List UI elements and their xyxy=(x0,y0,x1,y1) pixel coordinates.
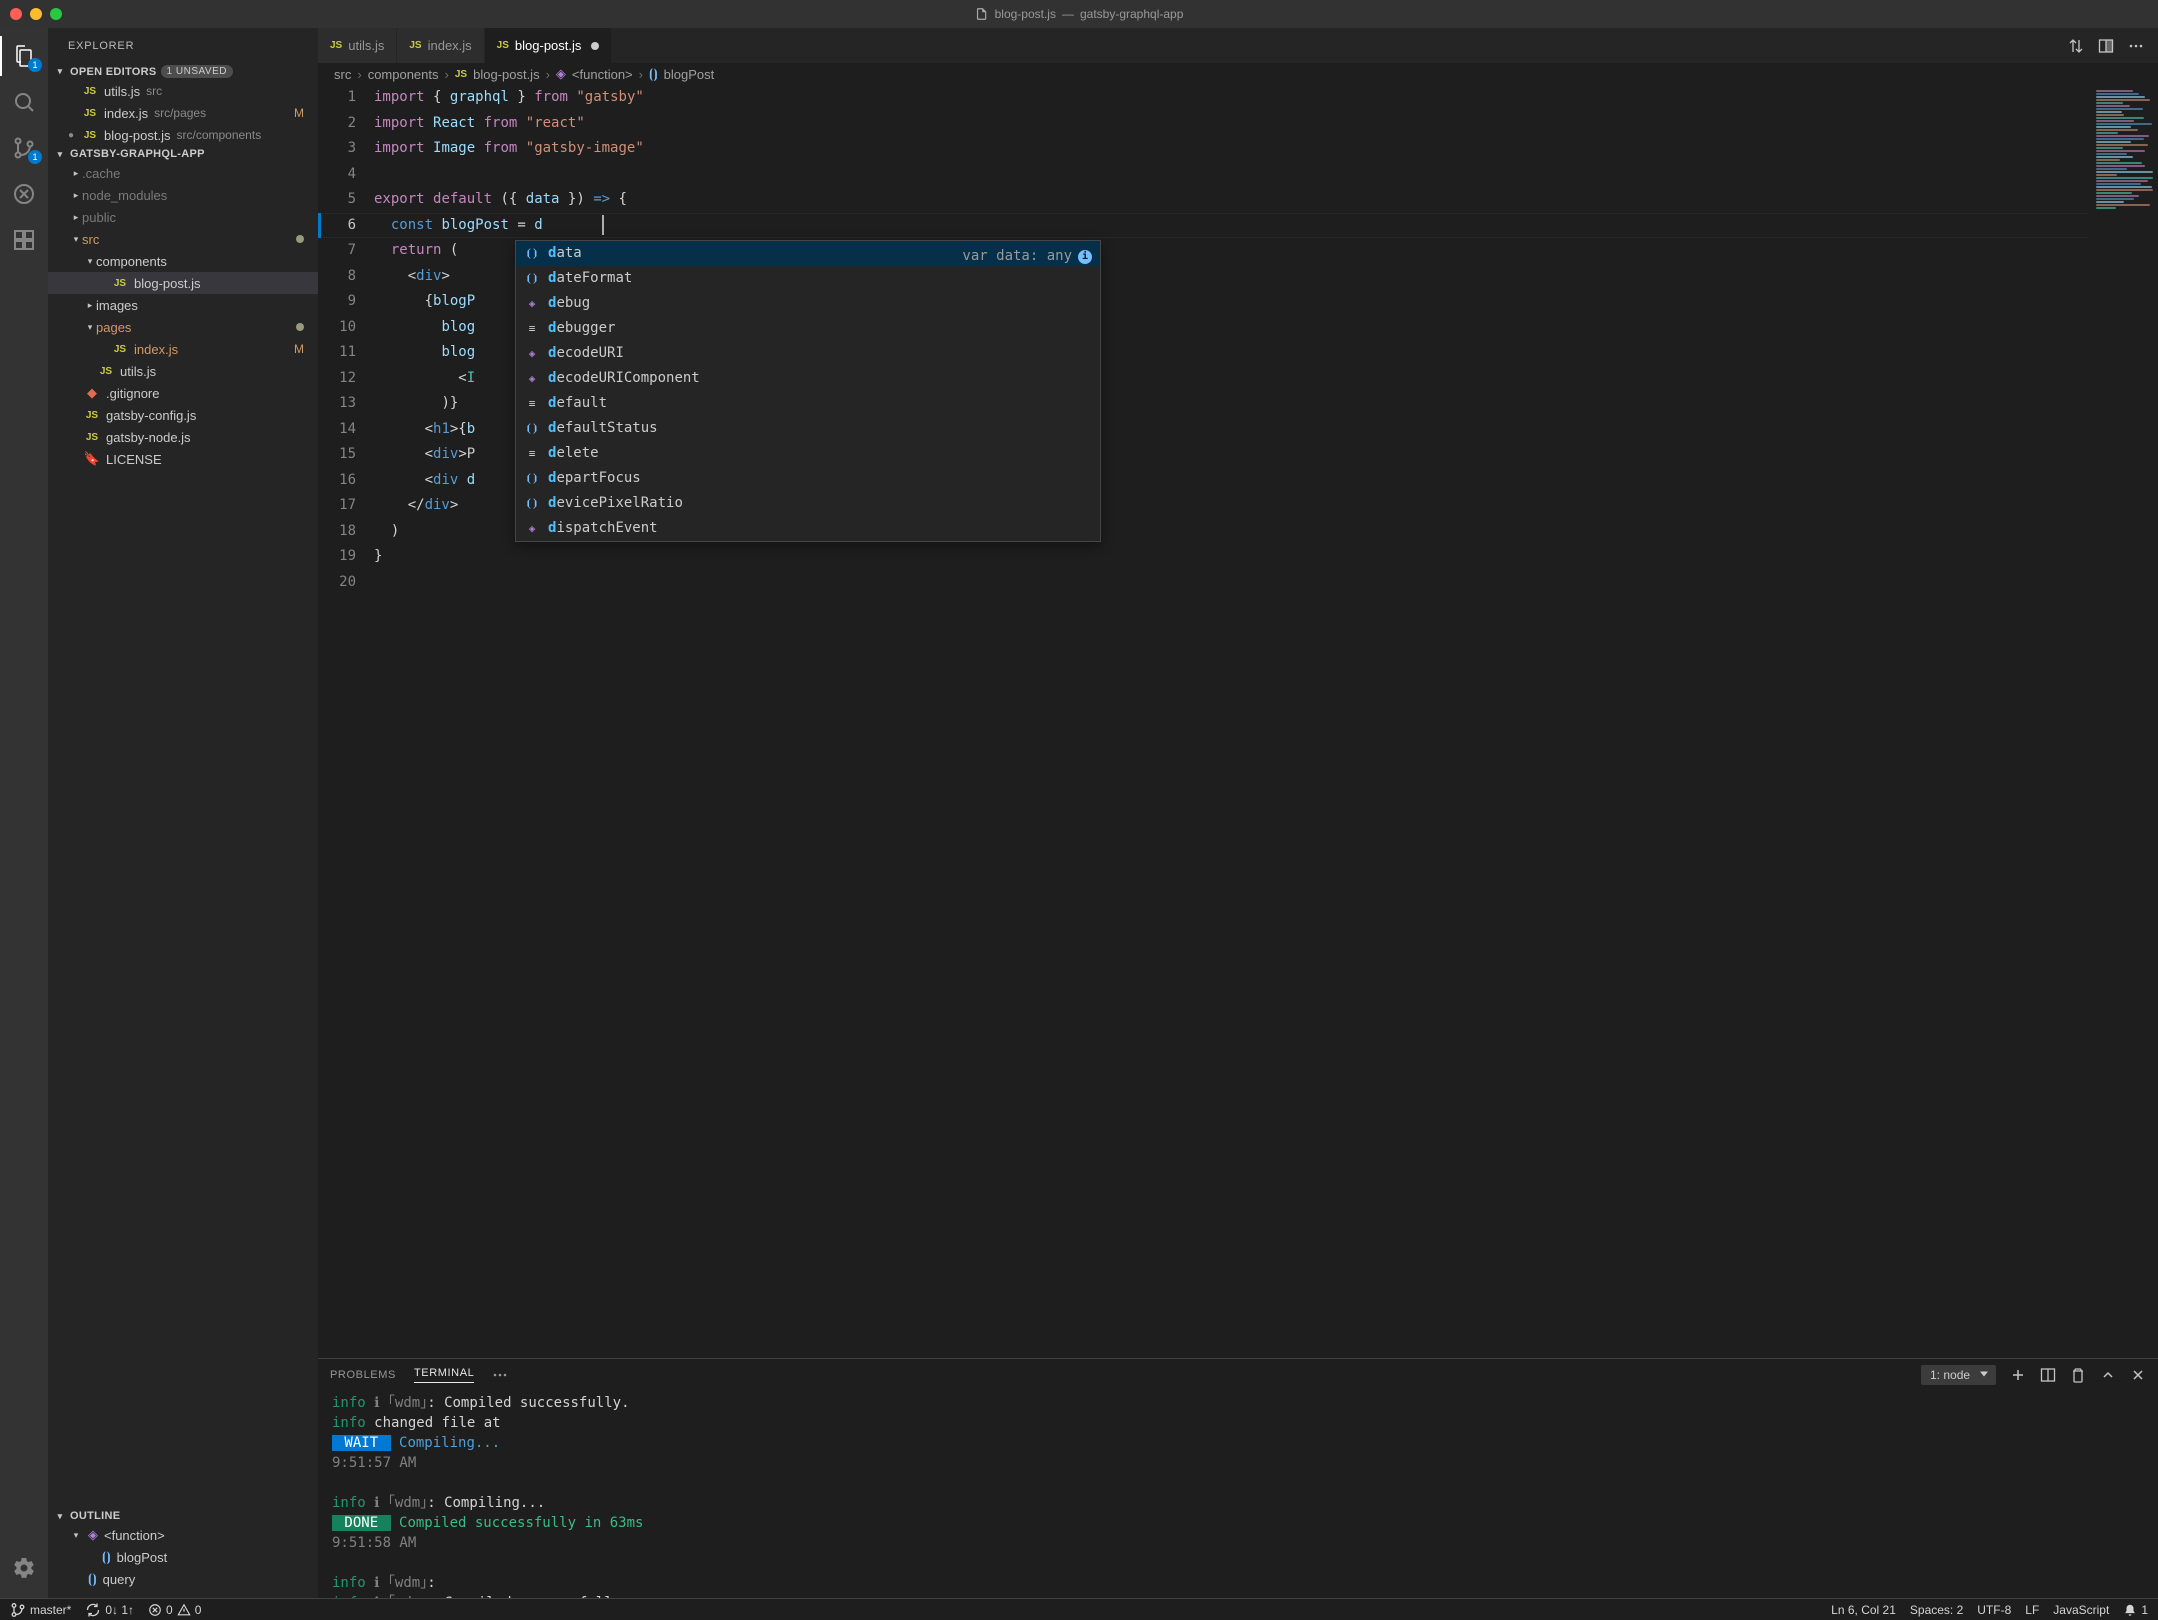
kill-terminal-icon[interactable] xyxy=(2070,1367,2086,1383)
status-problems[interactable]: 0 0 xyxy=(148,1603,201,1617)
tabs: JSutils.jsJSindex.jsJSblog-post.js xyxy=(318,28,2158,63)
panel-tab-problems[interactable]: PROBLEMS xyxy=(330,1369,396,1381)
error-icon xyxy=(148,1603,162,1617)
file-item[interactable]: JSindex.jsM xyxy=(48,338,318,360)
activity-extensions[interactable] xyxy=(0,220,48,260)
status-feedback[interactable]: 1 xyxy=(2123,1603,2148,1617)
file-item[interactable]: JSblog-post.js xyxy=(48,272,318,294)
suggest-item[interactable]: ◈dispatchEvent xyxy=(516,516,1100,541)
terminal-output[interactable]: info ℹ ｢wdm｣: Compiled successfully. inf… xyxy=(318,1391,2158,1598)
activity-search[interactable] xyxy=(0,82,48,122)
file-icon xyxy=(975,7,989,21)
open-editors-header[interactable]: ▾ OPEN EDITORS 1 UNSAVED xyxy=(48,63,318,80)
scm-badge: 1 xyxy=(28,150,42,164)
explorer-badge: 1 xyxy=(28,58,42,72)
outline-header[interactable]: ▾ OUTLINE xyxy=(48,1508,318,1524)
folder-item[interactable]: ▾src xyxy=(48,228,318,250)
terminal-select[interactable]: 1: node xyxy=(1921,1365,1996,1385)
folder-item[interactable]: ▸images xyxy=(48,294,318,316)
sync-icon xyxy=(85,1602,101,1618)
unsaved-badge: 1 UNSAVED xyxy=(161,65,233,78)
folder-item[interactable]: ▸.cache xyxy=(48,162,318,184)
maximize-panel-icon[interactable] xyxy=(2100,1367,2116,1383)
activity-scm[interactable]: 1 xyxy=(0,128,48,168)
editor-tab[interactable]: JSindex.js xyxy=(397,28,484,63)
breadcrumb[interactable]: src› components› JS blog-post.js› ◈<func… xyxy=(318,63,2158,85)
statusbar: master* 0↓ 1↑ 0 0 Ln 6, Col 21 Spaces: 2… xyxy=(0,1598,2158,1620)
folder-item[interactable]: ▾pages xyxy=(48,316,318,338)
editor-tab[interactable]: JSblog-post.js xyxy=(485,28,613,63)
suggest-item[interactable]: ≡debugger xyxy=(516,316,1100,341)
folder-item[interactable]: ▸public xyxy=(48,206,318,228)
project-header[interactable]: ▾ GATSBY-GRAPHQL-APP xyxy=(48,146,318,162)
split-editor-icon[interactable] xyxy=(2098,38,2114,54)
editor-area: JSutils.jsJSindex.jsJSblog-post.js src› … xyxy=(318,28,2158,1598)
outline-item[interactable]: ⦗⦘query xyxy=(48,1568,318,1590)
outline-item[interactable]: ⦗⦘blogPost xyxy=(48,1546,318,1568)
suggest-widget[interactable]: var data: any i ⦗⦘data⦗⦘dateFormat◈debug… xyxy=(515,240,1101,542)
suggest-detail: var data: any i xyxy=(962,244,1092,270)
folder-item[interactable]: ▾components xyxy=(48,250,318,272)
activity-settings[interactable] xyxy=(0,1548,48,1588)
file-item[interactable]: JSutils.js xyxy=(48,360,318,382)
close-window[interactable] xyxy=(10,8,22,20)
minimap[interactable] xyxy=(2088,85,2158,1358)
activity-explorer[interactable]: 1 xyxy=(0,36,48,76)
sidebar-title: EXPLORER xyxy=(48,28,318,63)
suggest-item[interactable]: ⦗⦘dateFormat xyxy=(516,266,1100,291)
open-editor-item[interactable]: ●JSblog-post.jssrc/components xyxy=(48,124,318,146)
file-item[interactable]: JSgatsby-node.js xyxy=(48,426,318,448)
zoom-window[interactable] xyxy=(50,8,62,20)
more-icon[interactable] xyxy=(2128,38,2144,54)
compare-icon[interactable] xyxy=(2068,38,2084,54)
suggest-item[interactable]: ⦗⦘devicePixelRatio xyxy=(516,491,1100,516)
warning-icon xyxy=(177,1603,191,1617)
status-cursor[interactable]: Ln 6, Col 21 xyxy=(1831,1603,1896,1617)
window-title: blog-post.js — gatsby-graphql-app xyxy=(975,7,1184,21)
outline-item[interactable]: ▾◈<function> xyxy=(48,1524,318,1546)
branch-icon xyxy=(10,1602,26,1618)
status-spaces[interactable]: Spaces: 2 xyxy=(1910,1603,1963,1617)
file-item[interactable]: ◆.gitignore xyxy=(48,382,318,404)
status-language[interactable]: JavaScript xyxy=(2053,1603,2109,1617)
open-editor-item[interactable]: JSutils.jssrc xyxy=(48,80,318,102)
outline-list: ▾◈<function>⦗⦘blogPost⦗⦘query xyxy=(48,1524,318,1598)
open-editors-list: JSutils.jssrcJSindex.jssrc/pagesM●JSblog… xyxy=(48,80,318,146)
suggest-item[interactable]: ≡default xyxy=(516,391,1100,416)
suggest-item[interactable]: ⦗⦘departFocus xyxy=(516,466,1100,491)
suggest-item[interactable]: ◈debug xyxy=(516,291,1100,316)
panel-more-icon[interactable] xyxy=(492,1367,508,1383)
sidebar: EXPLORER ▾ OPEN EDITORS 1 UNSAVED JSutil… xyxy=(48,28,318,1598)
activity-debug[interactable] xyxy=(0,174,48,214)
suggest-item[interactable]: ⦗⦘defaultStatus xyxy=(516,416,1100,441)
split-terminal-icon[interactable] xyxy=(2040,1367,2056,1383)
file-tree: ▸.cache▸node_modules▸public▾src▾componen… xyxy=(48,162,318,1508)
editor-tab[interactable]: JSutils.js xyxy=(318,28,397,63)
status-branch[interactable]: master* xyxy=(10,1602,71,1618)
bell-icon xyxy=(2123,1603,2137,1617)
status-sync[interactable]: 0↓ 1↑ xyxy=(85,1602,134,1618)
panel-tab-terminal[interactable]: TERMINAL xyxy=(414,1367,474,1383)
file-item[interactable]: 🔖LICENSE xyxy=(48,448,318,470)
close-panel-icon[interactable] xyxy=(2130,1367,2146,1383)
open-editor-item[interactable]: JSindex.jssrc/pagesM xyxy=(48,102,318,124)
suggest-item[interactable]: ◈decodeURIComponent xyxy=(516,366,1100,391)
folder-item[interactable]: ▸node_modules xyxy=(48,184,318,206)
titlebar: blog-post.js — gatsby-graphql-app xyxy=(0,0,2158,28)
status-encoding[interactable]: UTF-8 xyxy=(1977,1603,2011,1617)
status-eol[interactable]: LF xyxy=(2025,1603,2039,1617)
panel: PROBLEMS TERMINAL 1: node info ℹ ｢wdm｣: … xyxy=(318,1358,2158,1598)
suggest-item[interactable]: ◈decodeURI xyxy=(516,341,1100,366)
suggest-item[interactable]: ≡delete xyxy=(516,441,1100,466)
activity-bar: 1 1 xyxy=(0,28,48,1598)
new-terminal-icon[interactable] xyxy=(2010,1367,2026,1383)
minimize-window[interactable] xyxy=(30,8,42,20)
file-item[interactable]: JSgatsby-config.js xyxy=(48,404,318,426)
editor[interactable]: 1234567891011121314151617181920 import {… xyxy=(318,85,2158,1358)
info-icon[interactable]: i xyxy=(1078,250,1092,264)
traffic-lights xyxy=(10,8,62,20)
